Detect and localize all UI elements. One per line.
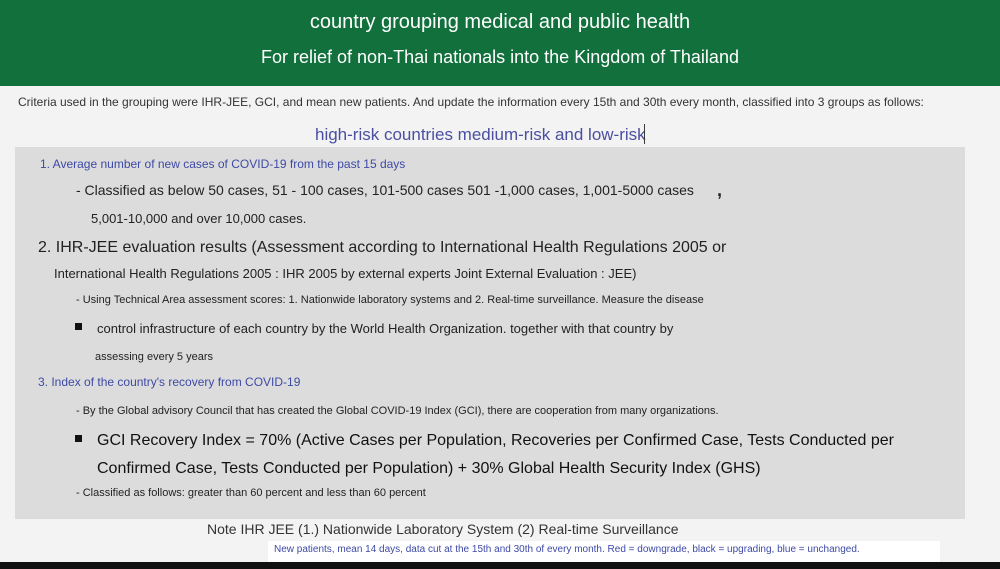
bottom-strip — [0, 562, 1000, 569]
section-1-line-1: - Classified as below 50 cases, 51 - 100… — [76, 182, 694, 198]
section-2-title-line-1: 2. IHR-JEE evaluation results (Assessmen… — [38, 239, 727, 256]
section-2-line-1: - Using Technical Area assessment scores… — [76, 294, 704, 306]
page-subtitle: For relief of non-Thai nationals into th… — [261, 47, 739, 67]
section-3-line-1: - By the Global advisory Council that ha… — [76, 405, 719, 417]
note-sub-text: New patients, mean 14 days, data cut at … — [274, 544, 860, 555]
section-2-line-3: assessing every 5 years — [95, 351, 213, 363]
bullet-icon — [75, 435, 82, 442]
section-2-bullet: control infrastructure of each country b… — [97, 321, 674, 336]
header-banner: country grouping medical and public heal… — [0, 0, 1000, 86]
text-cursor-icon — [643, 124, 645, 144]
section-1-title: 1. Average number of new cases of COVID-… — [40, 157, 406, 171]
note-main: Note IHR JEE (1.) Nationwide Laboratory … — [207, 521, 679, 537]
section-3-line-3: - Classified as follows: greater than 60… — [76, 487, 426, 499]
page-title: country grouping medical and public heal… — [309, 11, 691, 33]
risk-groups-text: high-risk countries medium-risk and low-… — [315, 125, 646, 144]
section-3-bullet-line-2: Confirmed Case, Tests Conducted per Popu… — [97, 460, 761, 477]
note-sub-box: New patients, mean 14 days, data cut at … — [268, 541, 940, 563]
section-3-title: 3. Index of the country's recovery from … — [38, 375, 301, 389]
criteria-text: Criteria used in the grouping were IHR-J… — [18, 95, 924, 109]
section-1-comma: , — [717, 180, 723, 200]
section-1-line-2: 5,001-10,000 and over 10,000 cases. — [91, 211, 307, 226]
section-3-bullet-line-1: GCI Recovery Index = 70% (Active Cases p… — [97, 432, 894, 449]
risk-groups-line: high-risk countries medium-risk and low-… — [315, 124, 646, 145]
bullet-icon — [75, 323, 82, 330]
section-2-title-line-2: International Health Regulations 2005 : … — [54, 266, 637, 281]
